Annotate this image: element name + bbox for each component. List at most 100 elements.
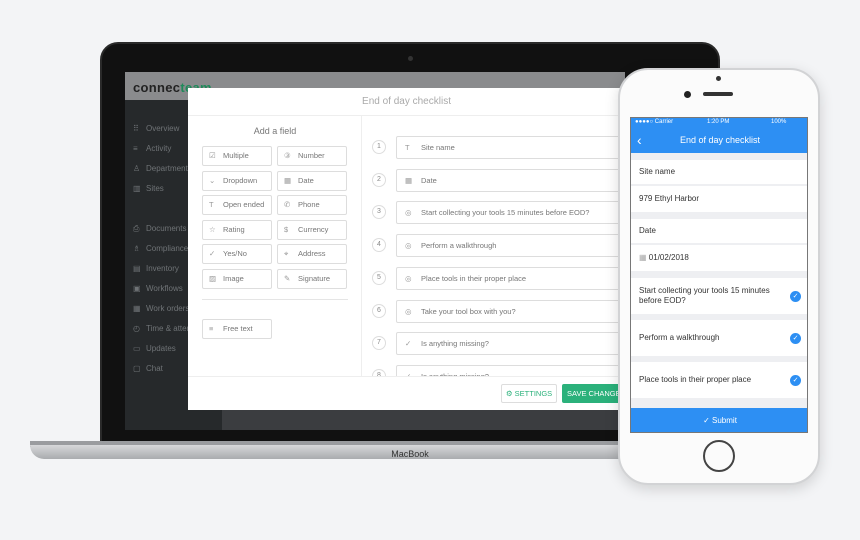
field-type-button[interactable]: $ Currency bbox=[277, 219, 347, 240]
check-circle-icon: ✓ bbox=[790, 333, 801, 344]
add-field-title: Add a field bbox=[253, 126, 297, 136]
sidebar-item[interactable]: ♙ Departments bbox=[133, 164, 192, 173]
text-icon: T bbox=[405, 143, 410, 152]
star-icon: ☆ bbox=[209, 224, 216, 234]
check-icon: ✓ bbox=[209, 249, 216, 259]
back-icon[interactable]: ‹ bbox=[637, 128, 642, 153]
building-icon: ▥ bbox=[133, 184, 141, 193]
field-free-text-button[interactable]: ≡ Free text bbox=[202, 319, 272, 339]
sidebar-item[interactable]: ▥ Sites bbox=[133, 184, 164, 193]
paragraph-icon: ≡ bbox=[209, 324, 214, 333]
field-type-button[interactable]: T Open ended bbox=[202, 195, 272, 216]
phone-camera bbox=[684, 91, 691, 98]
sidebar-item[interactable]: ⎙ Documents bbox=[133, 224, 186, 234]
add-field-panel: Add a field ≡ Free text ☑ Multiple ③ Number ⌄… bbox=[188, 116, 362, 376]
row-number: 2 bbox=[372, 172, 386, 187]
field-type-button[interactable]: ⌖ Address bbox=[277, 244, 347, 265]
check-item[interactable]: Start collecting your tools 15 minutes b… bbox=[631, 278, 807, 314]
row-number: 3 bbox=[372, 205, 386, 220]
save-changes-button[interactable]: SAVE CHANGES bbox=[562, 384, 625, 403]
user-icon: ♙ bbox=[133, 164, 141, 173]
phone-icon: ✆ bbox=[284, 200, 291, 210]
checklist-row[interactable]: 3 ◎ Start collecting your tools 15 minutes… bbox=[368, 201, 625, 225]
checklist-field[interactable]: ◎ Take your tool box with you? bbox=[396, 299, 625, 323]
site-input[interactable]: 979 Ethyl Harbor bbox=[631, 186, 807, 212]
sidebar-item[interactable]: ≡ Activity bbox=[133, 144, 171, 153]
checklist-row[interactable]: 2 ▦ Date bbox=[368, 168, 625, 192]
sidebar-item[interactable]: ▣ Workflows bbox=[133, 284, 183, 293]
battery: 100% bbox=[771, 119, 787, 125]
field-type-button[interactable]: ✎ Signature bbox=[277, 269, 347, 289]
site-label: Site name bbox=[631, 160, 807, 184]
number-icon: ③ bbox=[284, 151, 291, 160]
text-icon: T bbox=[209, 200, 214, 210]
check-item[interactable]: Perform a walkthrough ✓ bbox=[631, 320, 807, 356]
divider bbox=[202, 299, 348, 300]
sidebar-item[interactable]: ▤ Inventory bbox=[133, 264, 179, 273]
row-number: 7 bbox=[372, 336, 386, 351]
checklist-field[interactable]: ◎ Start collecting your tools 15 minutes … bbox=[396, 201, 625, 225]
laptop-screen: connecteam ⠿Overview≡Activity♙Department… bbox=[125, 72, 625, 430]
check-circle-icon: ◎ bbox=[405, 241, 412, 251]
field-type-button[interactable]: ▨ Image bbox=[202, 269, 272, 289]
calendar-icon: ▦ bbox=[639, 253, 649, 262]
phone-sensor bbox=[716, 76, 721, 81]
sidebar-item[interactable]: ♗ Compliance bbox=[133, 244, 188, 253]
sidebar-item[interactable]: ▭ Updates bbox=[133, 344, 176, 353]
phone-speaker bbox=[703, 92, 733, 96]
checklist-field[interactable]: ✓Is anything missing? bbox=[396, 332, 625, 356]
submit-button[interactable]: ✓ Submit bbox=[631, 408, 807, 432]
settings-button[interactable]: ⚙ SETTINGS bbox=[501, 384, 557, 403]
checklist-field[interactable]: ▦ Date bbox=[396, 168, 625, 192]
inventory-icon: ▤ bbox=[133, 264, 141, 273]
field-type-button[interactable]: ✓ Yes/No bbox=[202, 244, 272, 265]
status-bar: ●●●●○ Carrier 1:20 PM 100% bbox=[631, 118, 807, 128]
checklist-row[interactable]: 4 ◎ Perform a walkthrough bbox=[368, 234, 625, 258]
check-circle-icon: ✓ bbox=[790, 375, 801, 386]
row-number: 4 bbox=[372, 238, 386, 253]
check-circle-icon: ◎ bbox=[405, 306, 412, 316]
sidebar-item[interactable]: ▢ Chat bbox=[133, 364, 163, 373]
row-number: 6 bbox=[372, 303, 386, 318]
currency-icon: $ bbox=[284, 224, 289, 234]
laptop-camera bbox=[408, 56, 413, 61]
carrier: ●●●●○ Carrier bbox=[635, 119, 674, 125]
checklist-field[interactable]: ◎ Perform a walkthrough bbox=[396, 234, 625, 258]
check-item[interactable]: Place tools in their proper place ✓ bbox=[631, 362, 807, 398]
nav-title: End of day checklist bbox=[679, 135, 761, 145]
date-input[interactable]: ▦ 01/02/2018 bbox=[631, 245, 807, 271]
sidebar-item[interactable]: ⠿ Overview bbox=[133, 124, 179, 133]
checklist-field[interactable]: ◎ Place tools in their proper place bbox=[396, 266, 625, 290]
list-icon: ≡ bbox=[133, 144, 138, 153]
checklist-modal: End of day checklist Add a field ≡ Free t… bbox=[188, 88, 625, 410]
field-type-button[interactable]: ✆ Phone bbox=[277, 195, 347, 216]
date-label: Date bbox=[631, 219, 807, 243]
modal-footer: ⚙ SETTINGS SAVE CHANGES bbox=[188, 376, 625, 410]
field-type-button[interactable]: ⌄ Dropdown bbox=[202, 170, 272, 191]
row-number: 5 bbox=[372, 270, 386, 285]
clock-icon: ◴ bbox=[133, 324, 140, 333]
chat-icon: ▢ bbox=[133, 364, 141, 373]
field-type-button[interactable]: ☆ Rating bbox=[202, 219, 272, 240]
grid-icon: ⠿ bbox=[133, 124, 139, 133]
checklist-field[interactable]: T Site name bbox=[396, 136, 625, 159]
field-type-button[interactable]: ③ Number bbox=[277, 146, 347, 166]
home-button[interactable] bbox=[703, 440, 735, 472]
check-circle-icon: ✓ bbox=[790, 291, 801, 302]
checklist-row[interactable]: 5 ◎ Place tools in their proper place bbox=[368, 266, 625, 290]
compliance-icon: ♗ bbox=[133, 244, 141, 253]
checkbox-icon: ☑ bbox=[209, 151, 216, 160]
sidebar-item[interactable]: ▦ Work orders bbox=[133, 304, 189, 313]
checklist-row[interactable]: 1 T Site name bbox=[368, 136, 625, 159]
nav-bar: ‹ End of day checklist bbox=[631, 128, 807, 153]
location-icon: ⌖ bbox=[284, 249, 289, 259]
checklist-row[interactable]: 6 ◎ Take your tool box with you? bbox=[368, 299, 625, 323]
check-icon: ✓ bbox=[405, 339, 412, 349]
modal-title: End of day checklist bbox=[188, 88, 625, 116]
checklist-row[interactable]: 7 ✓ Is anything missing? bbox=[368, 332, 625, 356]
field-type-button[interactable]: ▦ Date bbox=[277, 170, 347, 191]
image-icon: ▨ bbox=[209, 274, 217, 283]
workflow-icon: ▣ bbox=[133, 284, 141, 293]
phone-screen: ●●●●○ Carrier 1:20 PM 100% ‹ End of day … bbox=[630, 117, 808, 433]
field-type-button[interactable]: ☑ Multiple bbox=[202, 146, 272, 166]
